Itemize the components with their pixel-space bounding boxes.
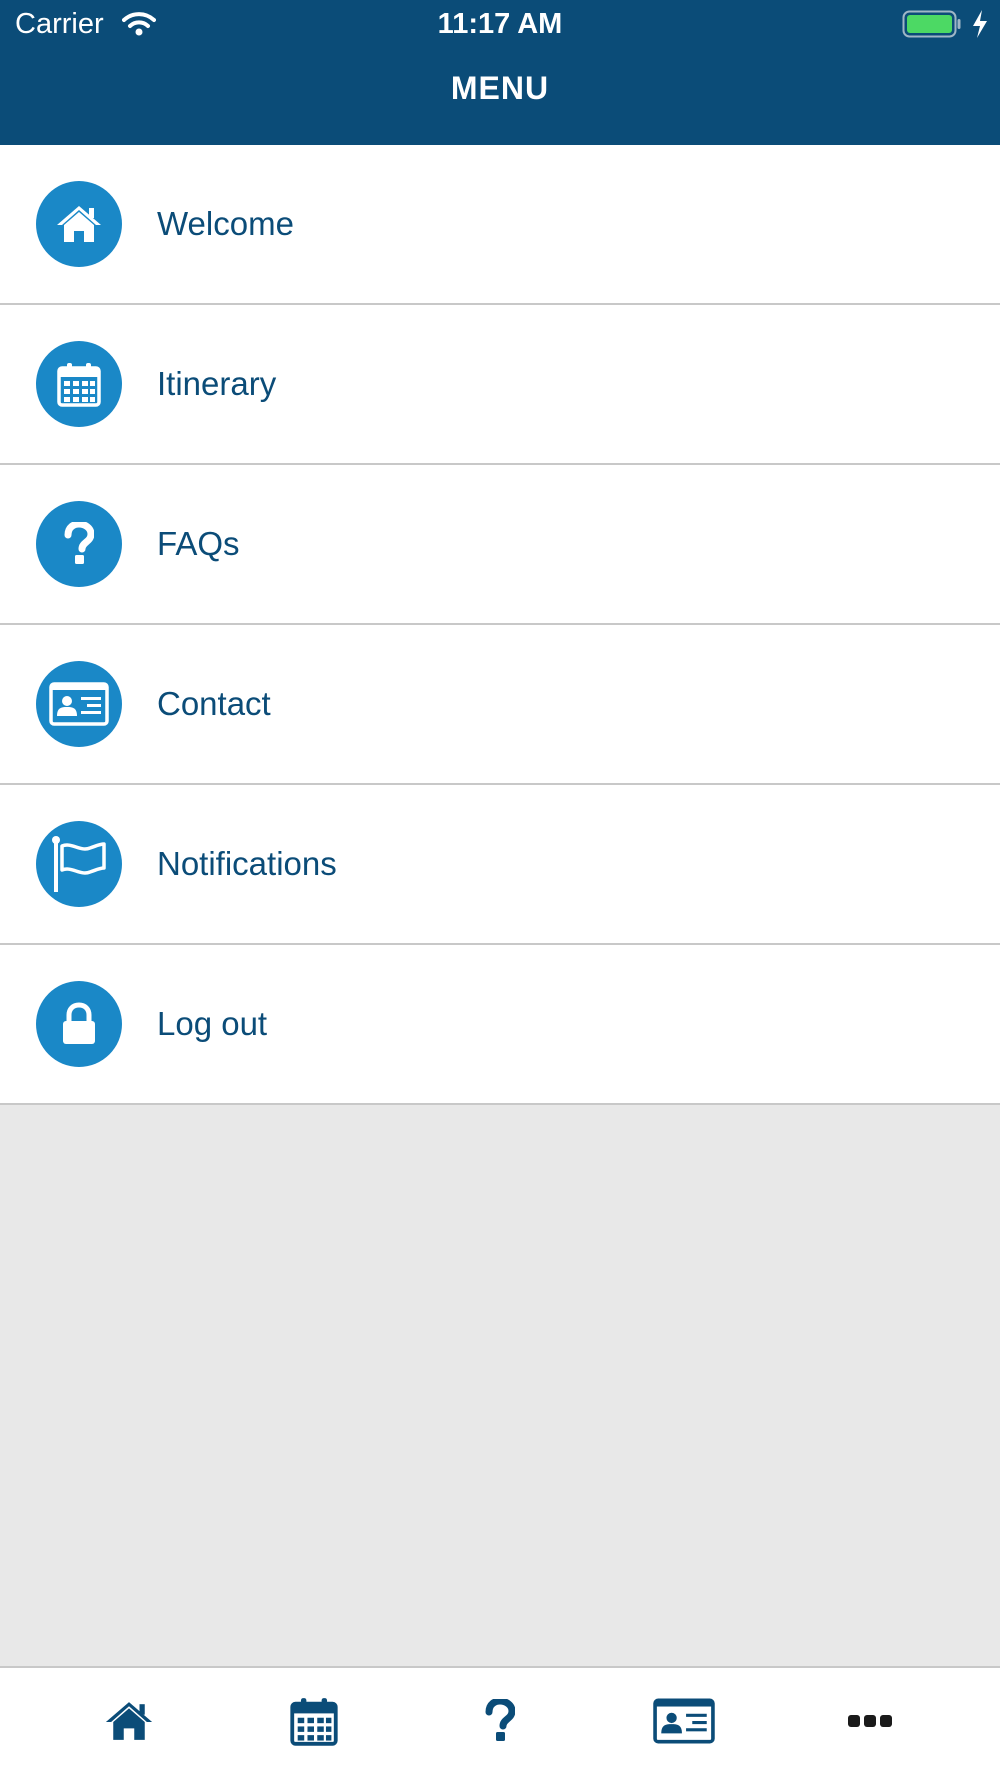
menu-item-welcome[interactable]: Welcome bbox=[0, 145, 1000, 305]
menu-item-label: Log out bbox=[157, 1005, 268, 1042]
tab-faqs[interactable] bbox=[450, 1668, 550, 1778]
menu-item-label: FAQs bbox=[157, 525, 240, 562]
page-title: MENU bbox=[450, 70, 550, 106]
menu-item-label: Itinerary bbox=[157, 365, 277, 402]
menu-item-logout[interactable]: Log out bbox=[0, 945, 1000, 1105]
home-icon bbox=[36, 181, 122, 267]
flag-icon bbox=[36, 821, 122, 907]
contact-card-icon bbox=[653, 1698, 715, 1749]
calendar-icon bbox=[289, 1694, 339, 1753]
tab-more[interactable] bbox=[820, 1668, 920, 1778]
question-icon bbox=[36, 501, 122, 587]
contact-card-icon bbox=[36, 661, 122, 747]
menu-list: Welcome Itinerary FAQs Contact Notificat… bbox=[0, 145, 1000, 1105]
question-icon bbox=[485, 1696, 516, 1748]
battery-icon bbox=[902, 10, 962, 45]
menu-item-label: Notifications bbox=[157, 845, 337, 882]
calendar-icon bbox=[36, 341, 122, 427]
tab-bar bbox=[0, 1666, 1000, 1780]
menu-item-notifications[interactable]: Notifications bbox=[0, 785, 1000, 945]
home-icon bbox=[104, 1700, 154, 1747]
tab-contact[interactable] bbox=[634, 1668, 734, 1778]
lock-icon bbox=[36, 981, 122, 1067]
menu-item-itinerary[interactable]: Itinerary bbox=[0, 305, 1000, 465]
menu-item-label: Welcome bbox=[157, 205, 294, 242]
more-icon bbox=[848, 1714, 892, 1733]
status-time: 11:17 AM bbox=[437, 8, 563, 40]
menu-item-contact[interactable]: Contact bbox=[0, 625, 1000, 785]
tab-calendar[interactable] bbox=[264, 1668, 364, 1778]
charging-bolt-icon bbox=[970, 9, 990, 44]
menu-item-label: Contact bbox=[157, 685, 271, 722]
status-bar: Carrier 11:17 AM bbox=[0, 0, 1000, 50]
menu-item-faqs[interactable]: FAQs bbox=[0, 465, 1000, 625]
app-header: Carrier 11:17 AM MENU bbox=[0, 0, 1000, 145]
tab-home[interactable] bbox=[79, 1668, 179, 1778]
